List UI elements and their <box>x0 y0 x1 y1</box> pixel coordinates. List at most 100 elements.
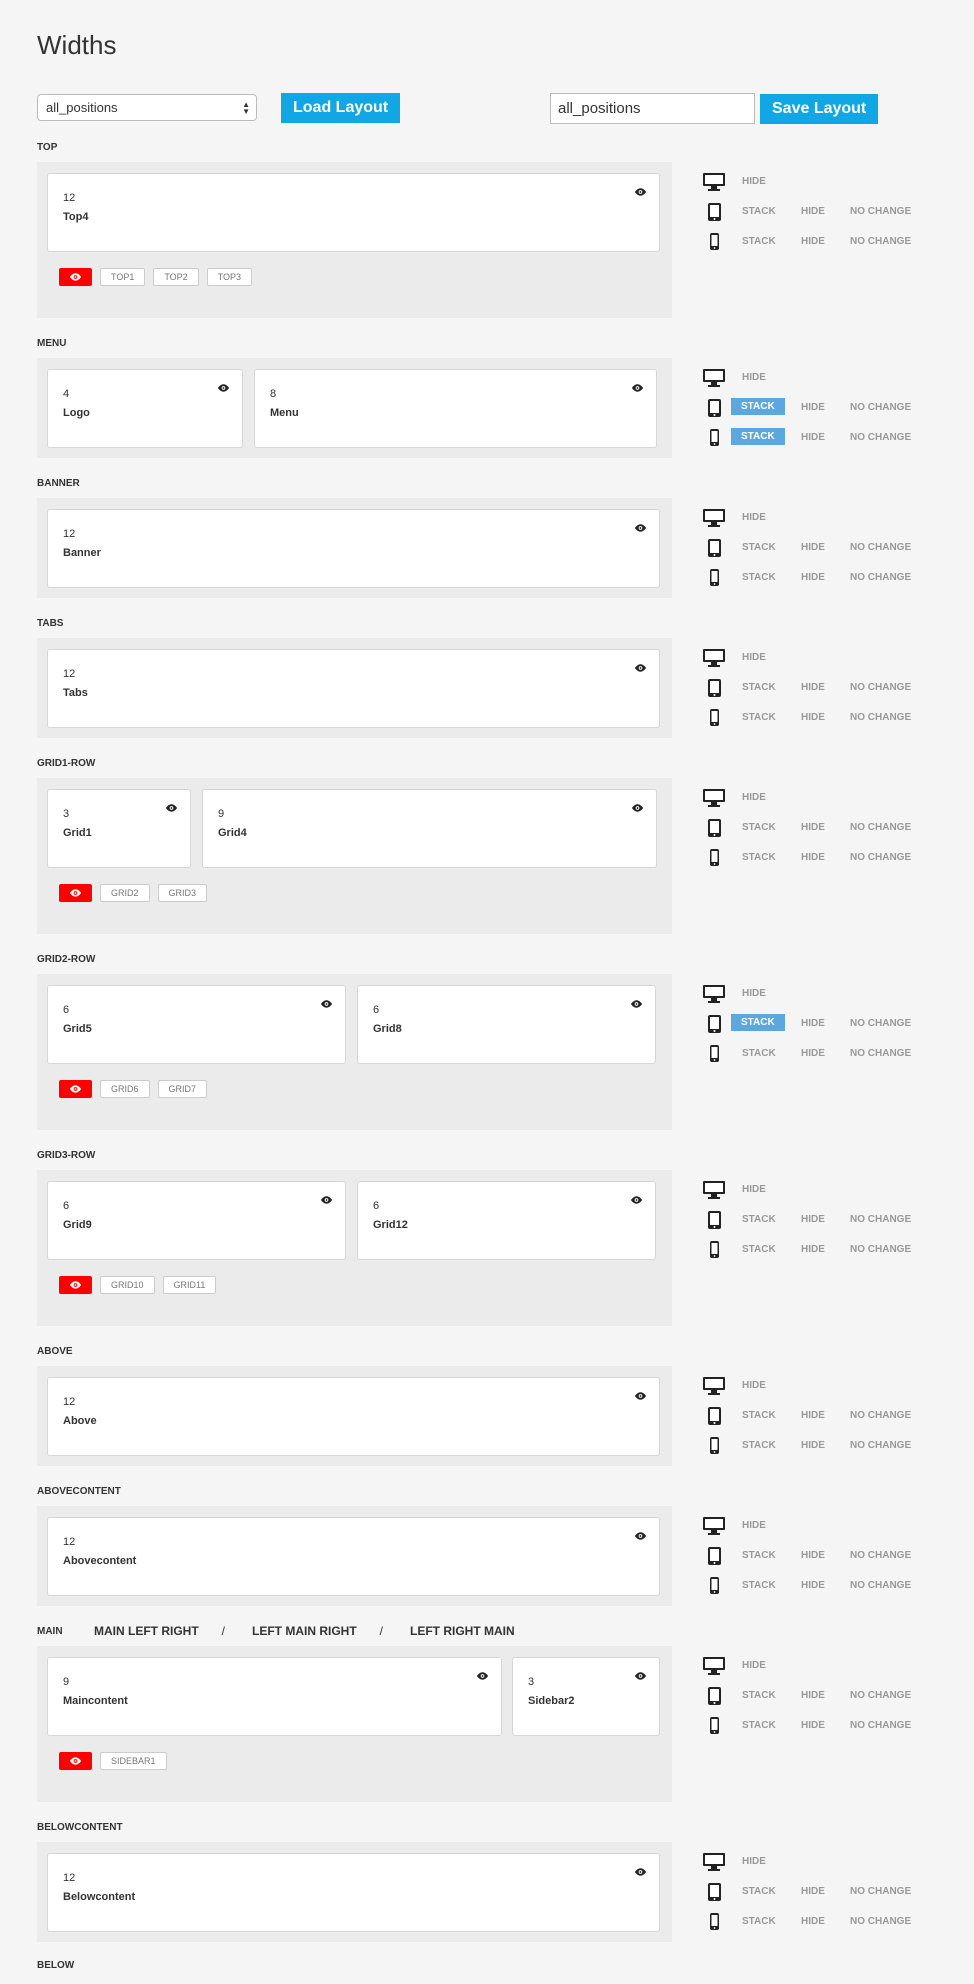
tablet-no-change-option[interactable]: NO CHANGE <box>850 1690 911 1701</box>
eye-icon[interactable] <box>634 1668 647 1680</box>
tablet-hide-option[interactable]: HIDE <box>801 682 825 693</box>
hidden-eye-icon[interactable] <box>59 1276 92 1294</box>
tablet-no-change-option[interactable]: NO CHANGE <box>850 682 911 693</box>
tablet-hide-option[interactable]: HIDE <box>801 1410 825 1421</box>
phone-stack-option[interactable]: STACK <box>742 236 776 247</box>
tablet-hide-option[interactable]: HIDE <box>801 1018 825 1029</box>
tablet-stack-option[interactable]: STACK <box>742 1214 776 1225</box>
position-cell[interactable]: 9 Grid4 <box>202 789 657 868</box>
main-layout-option[interactable]: MAIN LEFT RIGHT <box>94 1624 199 1638</box>
phone-hide-option[interactable]: HIDE <box>801 1916 825 1927</box>
load-layout-button[interactable]: Load Layout <box>281 93 401 123</box>
desktop-hide-option[interactable]: HIDE <box>742 1380 766 1391</box>
tablet-no-change-option[interactable]: NO CHANGE <box>850 542 911 553</box>
position-cell[interactable]: 12 Tabs <box>47 649 660 728</box>
hidden-position-tag[interactable]: GRID11 <box>162 1276 217 1294</box>
eye-icon[interactable] <box>631 380 644 392</box>
tablet-hide-option[interactable]: HIDE <box>801 1690 825 1701</box>
layout-select[interactable]: all_positions ▲ ▼ <box>37 94 257 121</box>
phone-no-change-option[interactable]: NO CHANGE <box>850 1244 911 1255</box>
tablet-stack-option[interactable]: STACK <box>742 1410 776 1421</box>
hidden-eye-icon[interactable] <box>59 268 92 286</box>
phone-hide-option[interactable]: HIDE <box>801 1244 825 1255</box>
tablet-hide-option[interactable]: HIDE <box>801 206 825 217</box>
desktop-hide-option[interactable]: HIDE <box>742 1660 766 1671</box>
eye-icon[interactable] <box>634 1864 647 1876</box>
tablet-no-change-option[interactable]: NO CHANGE <box>850 206 911 217</box>
tablet-stack-option[interactable]: STACK <box>742 206 776 217</box>
phone-hide-option[interactable]: HIDE <box>801 432 825 443</box>
tablet-hide-option[interactable]: HIDE <box>801 542 825 553</box>
position-cell[interactable]: 12 Above <box>47 1377 660 1456</box>
hidden-eye-icon[interactable] <box>59 884 92 902</box>
phone-no-change-option[interactable]: NO CHANGE <box>850 852 911 863</box>
desktop-hide-option[interactable]: HIDE <box>742 372 766 383</box>
tablet-no-change-option[interactable]: NO CHANGE <box>850 1018 911 1029</box>
save-layout-button[interactable]: Save Layout <box>760 94 879 124</box>
eye-icon[interactable] <box>634 1388 647 1400</box>
position-cell[interactable]: 9 Maincontent <box>47 1657 502 1736</box>
hidden-position-tag[interactable]: GRID10 <box>100 1276 155 1294</box>
position-cell[interactable]: 8 Menu <box>254 369 657 448</box>
phone-hide-option[interactable]: HIDE <box>801 1440 825 1451</box>
eye-icon[interactable] <box>634 520 647 532</box>
eye-icon[interactable] <box>634 184 647 196</box>
desktop-hide-option[interactable]: HIDE <box>742 988 766 999</box>
phone-stack-option[interactable]: STACK <box>742 1580 776 1591</box>
tablet-no-change-option[interactable]: NO CHANGE <box>850 1214 911 1225</box>
tablet-no-change-option[interactable]: NO CHANGE <box>850 822 911 833</box>
eye-icon[interactable] <box>320 996 333 1008</box>
tablet-stack-option[interactable]: STACK <box>742 1690 776 1701</box>
hidden-position-tag[interactable]: GRID3 <box>157 884 208 902</box>
tablet-stack-option[interactable]: STACK <box>742 822 776 833</box>
tablet-no-change-option[interactable]: NO CHANGE <box>850 1550 911 1561</box>
eye-icon[interactable] <box>476 1668 489 1680</box>
hidden-eye-icon[interactable] <box>59 1080 92 1098</box>
phone-stack-option[interactable]: STACK <box>742 1440 776 1451</box>
position-cell[interactable]: 12 Abovecontent <box>47 1517 660 1596</box>
phone-no-change-option[interactable]: NO CHANGE <box>850 572 911 583</box>
eye-icon[interactable] <box>165 800 178 812</box>
tablet-stack-option[interactable]: STACK <box>742 1550 776 1561</box>
tablet-no-change-option[interactable]: NO CHANGE <box>850 402 911 413</box>
phone-stack-option[interactable]: STACK <box>742 1916 776 1927</box>
layout-name-input[interactable]: all_positions <box>550 93 755 124</box>
position-cell[interactable]: 12 Top4 <box>47 173 660 252</box>
hidden-position-tag[interactable]: TOP3 <box>206 268 253 286</box>
tablet-stack-option[interactable]: STACK <box>742 682 776 693</box>
eye-icon[interactable] <box>631 800 644 812</box>
phone-stack-option[interactable]: STACK <box>742 712 776 723</box>
phone-hide-option[interactable]: HIDE <box>801 572 825 583</box>
phone-no-change-option[interactable]: NO CHANGE <box>850 1720 911 1731</box>
position-cell[interactable]: 6 Grid8 <box>357 985 656 1064</box>
tablet-hide-option[interactable]: HIDE <box>801 402 825 413</box>
phone-hide-option[interactable]: HIDE <box>801 236 825 247</box>
tablet-no-change-option[interactable]: NO CHANGE <box>850 1410 911 1421</box>
position-cell[interactable]: 6 Grid12 <box>357 1181 656 1260</box>
tablet-stack-option[interactable]: STACK <box>742 542 776 553</box>
phone-stack-option[interactable]: STACK <box>731 428 785 445</box>
tablet-no-change-option[interactable]: NO CHANGE <box>850 1886 911 1897</box>
position-cell[interactable]: 3 Sidebar2 <box>512 1657 660 1736</box>
hidden-eye-icon[interactable] <box>59 1752 92 1770</box>
hidden-position-tag[interactable]: TOP2 <box>153 268 199 286</box>
position-cell[interactable]: 12 Banner <box>47 509 660 588</box>
phone-hide-option[interactable]: HIDE <box>801 1048 825 1059</box>
desktop-hide-option[interactable]: HIDE <box>742 1520 766 1531</box>
position-cell[interactable]: 6 Grid5 <box>47 985 346 1064</box>
position-cell[interactable]: 4 Logo <box>47 369 243 448</box>
eye-icon[interactable] <box>634 1528 647 1540</box>
position-cell[interactable]: 12 Belowcontent <box>47 1853 660 1932</box>
eye-icon[interactable] <box>320 1192 333 1204</box>
main-layout-option[interactable]: LEFT MAIN RIGHT <box>252 1624 357 1638</box>
desktop-hide-option[interactable]: HIDE <box>742 176 766 187</box>
desktop-hide-option[interactable]: HIDE <box>742 792 766 803</box>
phone-no-change-option[interactable]: NO CHANGE <box>850 1916 911 1927</box>
tablet-hide-option[interactable]: HIDE <box>801 822 825 833</box>
hidden-position-tag[interactable]: GRID7 <box>157 1080 208 1098</box>
phone-hide-option[interactable]: HIDE <box>801 852 825 863</box>
phone-hide-option[interactable]: HIDE <box>801 1580 825 1591</box>
tablet-hide-option[interactable]: HIDE <box>801 1550 825 1561</box>
phone-stack-option[interactable]: STACK <box>742 1048 776 1059</box>
hidden-position-tag[interactable]: GRID6 <box>100 1080 150 1098</box>
